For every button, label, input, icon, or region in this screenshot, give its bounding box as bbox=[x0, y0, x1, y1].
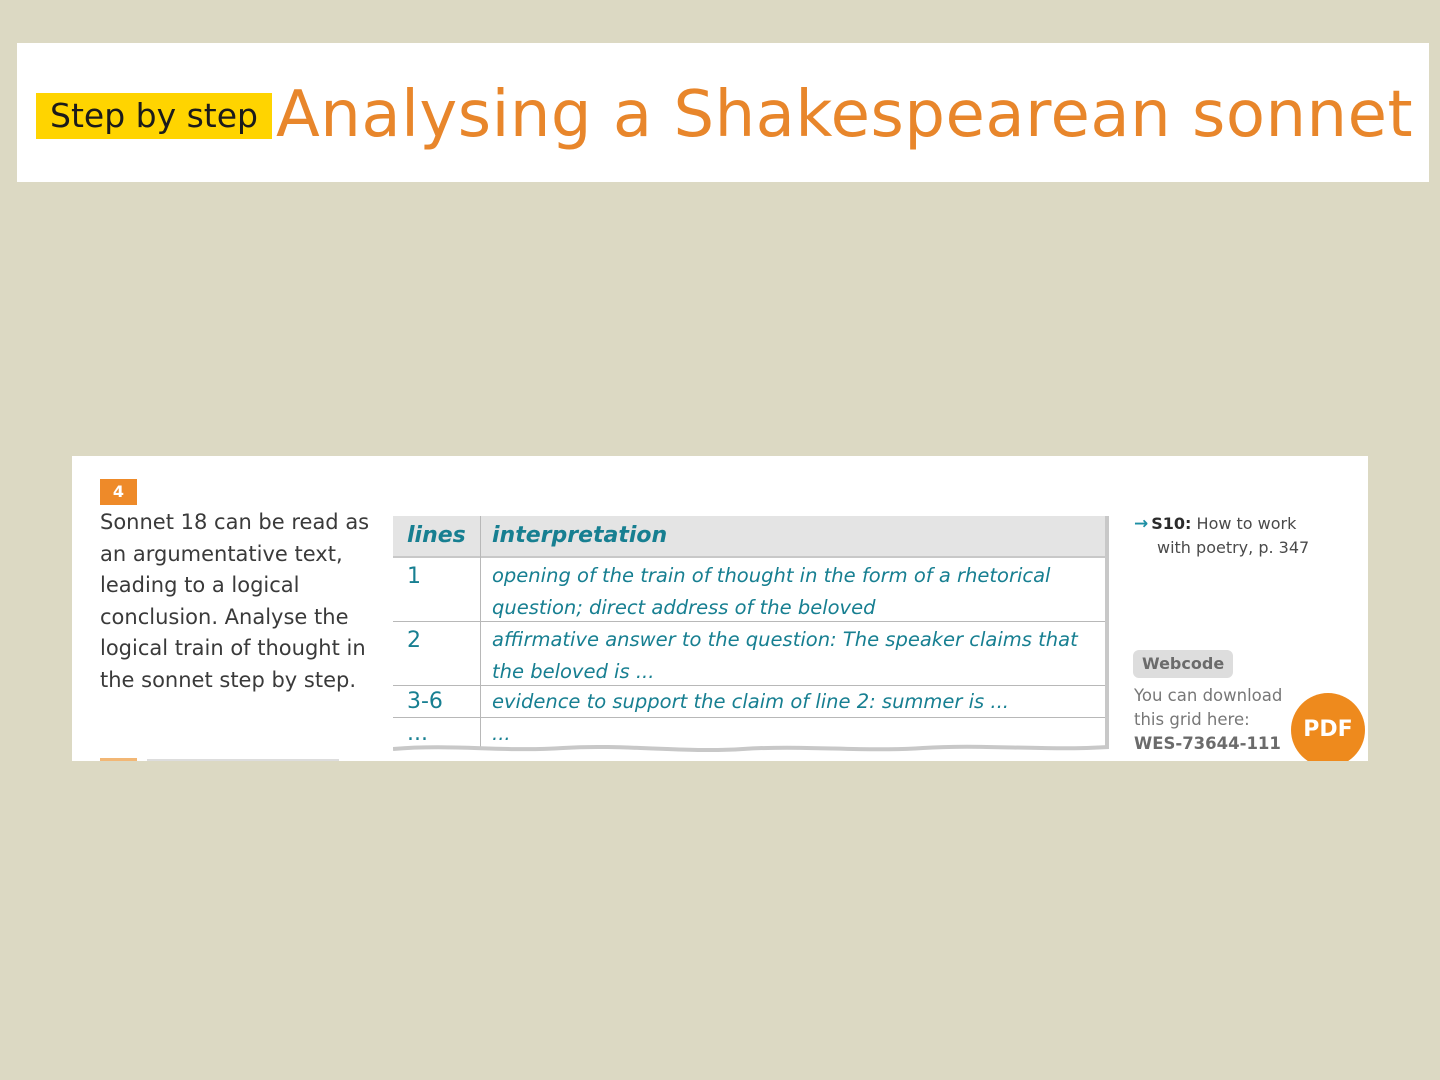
row-lines-cell: 2 bbox=[407, 628, 421, 653]
torn-edge bbox=[393, 744, 1109, 756]
grid-column-divider bbox=[480, 516, 481, 752]
task-card: 4 Sonnet 18 can be read as an argumentat… bbox=[72, 456, 1368, 761]
step-by-step-badge: Step by step bbox=[36, 93, 272, 139]
title-banner: Step by step Analysing a Shakespearean s… bbox=[17, 43, 1429, 182]
task-number: 4 bbox=[100, 479, 137, 505]
table-row: 3-6 evidence to support the claim of lin… bbox=[393, 686, 1105, 718]
reference-code: S10: bbox=[1151, 514, 1192, 533]
row-lines-cell: 3-6 bbox=[407, 689, 443, 714]
grid-header-row: lines interpretation bbox=[393, 516, 1105, 558]
cross-reference: → S10: How to work with poetry, p. 347 bbox=[1134, 512, 1344, 560]
grid-header-lines: lines bbox=[407, 523, 466, 548]
reference-text-line2: with poetry, p. 347 bbox=[1157, 538, 1310, 557]
analysis-grid: lines interpretation 1 opening of the tr… bbox=[393, 516, 1109, 756]
grid-header-interpretation: interpretation bbox=[492, 523, 668, 548]
webcode-badge: Webcode bbox=[1133, 650, 1234, 678]
pdf-download-button[interactable]: PDF bbox=[1291, 693, 1365, 761]
row-interpretation-cell: evidence to support the claim of line 2:… bbox=[492, 690, 1009, 713]
reference-text-line1: How to work bbox=[1196, 514, 1297, 533]
task-instructions: Sonnet 18 can be read as an argumentativ… bbox=[100, 510, 370, 692]
table-row: 2 affirmative answer to the question: Th… bbox=[393, 622, 1105, 686]
download-info: You can download this grid here: WES-736… bbox=[1134, 684, 1304, 756]
next-task-text-cutoff bbox=[147, 759, 339, 761]
row-interpretation-cell: affirmative answer to the question: The … bbox=[492, 628, 1078, 683]
arrow-right-icon: → bbox=[1134, 514, 1149, 534]
next-task-number-cutoff bbox=[100, 758, 137, 761]
download-text-line1: You can download bbox=[1134, 686, 1283, 705]
download-text-line2: this grid here: bbox=[1134, 710, 1250, 729]
page-title: Analysing a Shakespearean sonnet bbox=[276, 78, 1414, 152]
webcode-value: WES-73644-111 bbox=[1134, 734, 1281, 753]
table-row: 1 opening of the train of thought in the… bbox=[393, 558, 1105, 622]
row-interpretation-cell: opening of the train of thought in the f… bbox=[492, 564, 1051, 619]
row-lines-cell: 1 bbox=[407, 564, 421, 589]
